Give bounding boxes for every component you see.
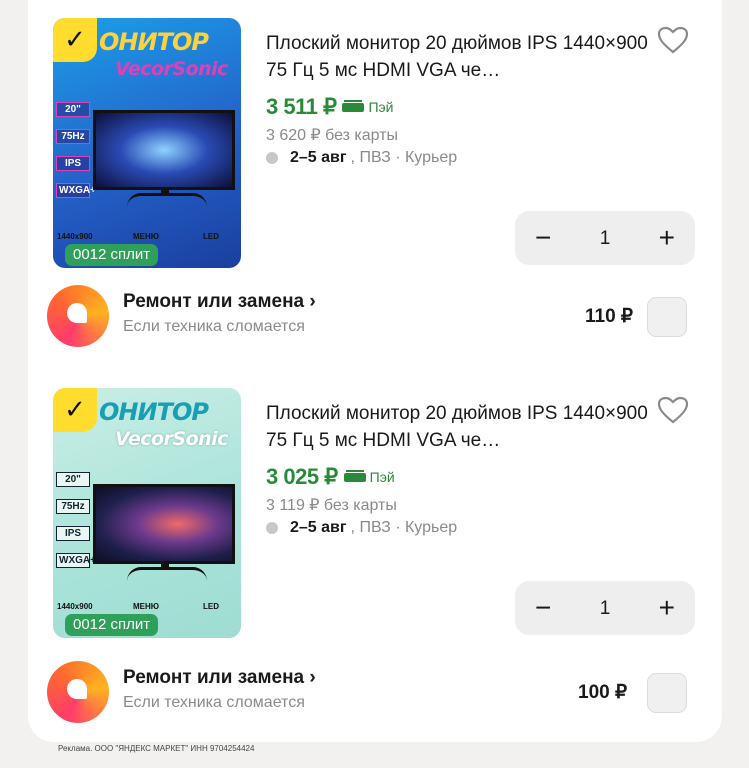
delivery-info: 2–5 авг , ПВЗ · Курьер bbox=[266, 149, 457, 167]
price-row: 3 025 ₽ Пэй bbox=[266, 464, 395, 490]
delivery-dates: 2–5 авг bbox=[290, 149, 347, 166]
image-brand-line1: ОНИТОР bbox=[99, 28, 209, 56]
service-title[interactable]: Ремонт или замена › bbox=[123, 667, 316, 689]
product-title[interactable]: Плоский монитор 20 дюймов IPS 1440×900 7… bbox=[266, 400, 656, 454]
delivery-dot-icon bbox=[266, 522, 278, 534]
favorite-heart-icon[interactable] bbox=[655, 392, 691, 428]
service-price: 100 ₽ bbox=[578, 682, 628, 703]
product-title[interactable]: Плоский монитор 20 дюймов IPS 1440×900 7… bbox=[266, 30, 656, 84]
delivery-dot-icon bbox=[266, 152, 278, 164]
price-value: 3 511 ₽ bbox=[266, 94, 337, 119]
cart-card: ✓ ОНИТОР VecorSonic 20" 75Hz IPS WXGA+ 1… bbox=[28, 0, 722, 742]
image-label: LED bbox=[203, 602, 219, 611]
pay-card-icon bbox=[342, 99, 365, 112]
repair-service-row[interactable]: Ремонт или замена › Если техника сломает… bbox=[28, 285, 722, 355]
image-spec: 20" bbox=[56, 472, 90, 487]
service-price: 110 ₽ bbox=[585, 306, 634, 327]
monitor-illustration bbox=[93, 110, 235, 190]
delivery-dates: 2–5 авг bbox=[290, 519, 347, 536]
price-row: 3 511 ₽ Пэй bbox=[266, 94, 393, 120]
cart-item: ✓ ОНИТОР VecorSonic 20" 75Hz IPS WXGA+ 1… bbox=[28, 388, 722, 648]
image-label: LED bbox=[203, 232, 219, 241]
image-specs: 20" 75Hz IPS WXGA+ bbox=[56, 102, 96, 210]
pay-card-icon bbox=[343, 469, 366, 482]
service-title[interactable]: Ремонт или замена › bbox=[123, 291, 316, 313]
service-subtitle: Если техника сломается bbox=[123, 318, 305, 335]
image-label: 1440x900 bbox=[57, 232, 93, 241]
image-brand-line2: VecorSonic bbox=[115, 428, 228, 450]
image-spec: IPS bbox=[56, 526, 90, 541]
service-subtitle: Если техника сломается bbox=[123, 694, 305, 711]
decrease-button[interactable]: − bbox=[535, 224, 551, 252]
quantity-value: 1 bbox=[599, 597, 611, 619]
price-value: 3 025 ₽ bbox=[266, 464, 338, 489]
pay-label: Пэй bbox=[368, 99, 394, 115]
image-brand-line1: ОНИТОР bbox=[99, 398, 209, 426]
increase-button[interactable]: + bbox=[659, 224, 675, 252]
favorite-heart-icon[interactable] bbox=[655, 22, 691, 58]
quantity-stepper: − 1 + bbox=[515, 581, 695, 635]
image-label: МЕНЮ bbox=[133, 232, 160, 241]
monitor-stand bbox=[127, 567, 207, 581]
service-logo-icon bbox=[47, 661, 109, 723]
image-spec: 75Hz bbox=[56, 129, 90, 144]
service-checkbox[interactable] bbox=[647, 297, 687, 337]
image-spec: WXGA+ bbox=[56, 553, 96, 568]
delivery-info: 2–5 авг , ПВЗ · Курьер bbox=[266, 519, 457, 537]
image-spec: IPS bbox=[56, 156, 90, 171]
product-image[interactable]: ✓ ОНИТОР VecorSonic 20" 75Hz IPS WXGA+ 1… bbox=[53, 388, 241, 638]
image-spec: WXGA+ bbox=[56, 183, 96, 198]
split-badge: 0012 сплит bbox=[65, 244, 159, 266]
image-label: 1440x900 bbox=[57, 602, 93, 611]
increase-button[interactable]: + bbox=[659, 594, 675, 622]
ad-disclaimer: Реклама. ООО "ЯНДЕКС МАРКЕТ" ИНН 9704254… bbox=[58, 744, 255, 753]
delivery-methods: , ПВЗ · Курьер bbox=[350, 519, 458, 536]
service-logo-icon bbox=[47, 285, 109, 347]
quantity-value: 1 bbox=[599, 227, 611, 249]
delivery-methods: , ПВЗ · Курьер bbox=[350, 149, 458, 166]
quantity-stepper: − 1 + bbox=[515, 211, 695, 265]
image-spec: 75Hz bbox=[56, 499, 90, 514]
decrease-button[interactable]: − bbox=[535, 594, 551, 622]
image-specs: 20" 75Hz IPS WXGA+ bbox=[56, 472, 96, 580]
image-brand-line2: VecorSonic bbox=[115, 58, 228, 80]
monitor-illustration bbox=[93, 484, 235, 564]
pay-label: Пэй bbox=[369, 469, 395, 485]
select-checkbox[interactable]: ✓ bbox=[53, 388, 97, 432]
repair-service-row[interactable]: Ремонт или замена › Если техника сломает… bbox=[28, 661, 722, 731]
image-label: МЕНЮ bbox=[133, 602, 160, 611]
service-checkbox[interactable] bbox=[647, 673, 687, 713]
select-checkbox[interactable]: ✓ bbox=[53, 18, 97, 62]
product-image[interactable]: ✓ ОНИТОР VecorSonic 20" 75Hz IPS WXGA+ 1… bbox=[53, 18, 241, 268]
old-price: 3 119 ₽ без карты bbox=[266, 497, 397, 514]
cart-item: ✓ ОНИТОР VecorSonic 20" 75Hz IPS WXGA+ 1… bbox=[28, 18, 722, 278]
old-price: 3 620 ₽ без карты bbox=[266, 127, 399, 144]
image-spec: 20" bbox=[56, 102, 90, 117]
monitor-stand bbox=[127, 193, 207, 207]
split-badge: 0012 сплит bbox=[65, 614, 159, 636]
